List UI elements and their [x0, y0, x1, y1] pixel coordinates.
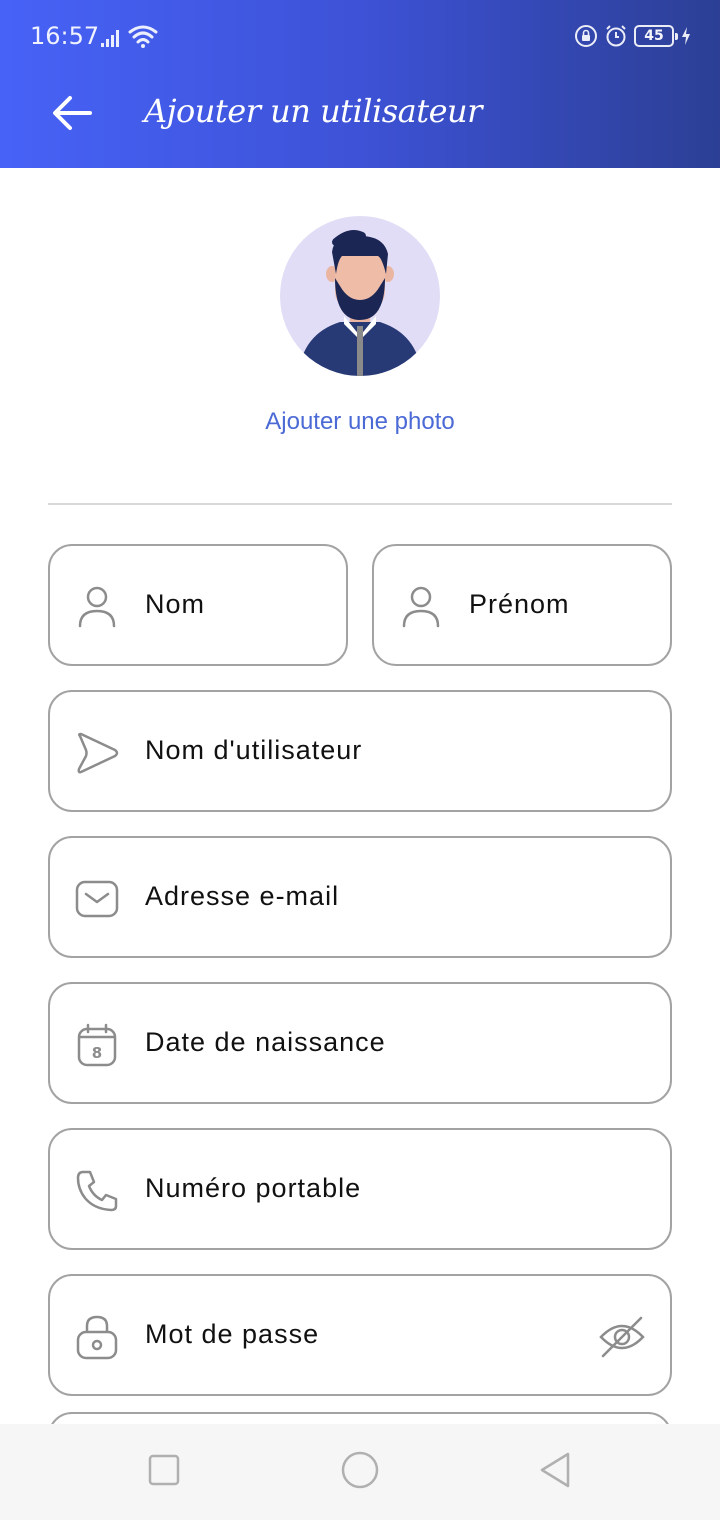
birth-date-field[interactable]: 8 Date de naissance: [48, 982, 672, 1104]
first-name-field[interactable]: Prénom: [372, 544, 672, 666]
username-label: Nom d'utilisateur: [145, 735, 363, 765]
email-label: Adresse e-mail: [145, 881, 340, 911]
password-label: Mot de passe: [145, 1319, 320, 1349]
mobile-field[interactable]: Numéro portable: [48, 1128, 672, 1250]
wifi-icon: [128, 25, 158, 48]
calendar-icon: 8: [77, 1023, 117, 1067]
page-title: Ajouter un utilisateur: [144, 92, 482, 130]
rotation-lock-icon: [575, 25, 597, 47]
back-nav-icon[interactable]: [536, 1450, 576, 1490]
username-field[interactable]: Nom d'utilisateur: [48, 690, 672, 812]
lock-icon: [76, 1315, 118, 1360]
birth-date-label: Date de naissance: [145, 1027, 386, 1057]
battery-level: 45: [644, 28, 664, 44]
home-icon[interactable]: [340, 1450, 380, 1490]
add-photo-link[interactable]: Ajouter une photo: [0, 408, 720, 436]
charging-icon: [682, 27, 690, 45]
arrow-left-icon[interactable]: [50, 94, 94, 132]
calendar-day: 8: [92, 1044, 102, 1062]
avatar-icon[interactable]: [280, 216, 440, 376]
mobile-label: Numéro portable: [145, 1173, 362, 1203]
first-name-label: Prénom: [469, 589, 570, 619]
last-name-label: Nom: [145, 589, 206, 619]
app-bar: 16:57 45 Ajouter un utilisateur: [0, 0, 720, 168]
recent-apps-icon[interactable]: [144, 1450, 184, 1490]
status-icons: 45: [574, 24, 692, 48]
phone-icon: [76, 1170, 118, 1212]
eye-off-icon[interactable]: [598, 1313, 646, 1361]
mail-icon: [75, 880, 119, 918]
send-icon: [77, 732, 119, 774]
password-field[interactable]: Mot de passe: [48, 1274, 672, 1396]
status-bar: 16:57 45: [0, 0, 720, 76]
last-name-field[interactable]: Nom: [48, 544, 348, 666]
person-icon: [402, 586, 440, 628]
divider: [48, 503, 672, 505]
signal-icon: [101, 30, 119, 47]
alarm-icon: [606, 25, 626, 47]
person-icon: [78, 586, 116, 628]
email-field[interactable]: Adresse e-mail: [48, 836, 672, 958]
battery-indicator: 45: [634, 25, 678, 47]
status-time: 16:57: [30, 22, 100, 50]
system-nav-bar: [0, 1424, 720, 1520]
